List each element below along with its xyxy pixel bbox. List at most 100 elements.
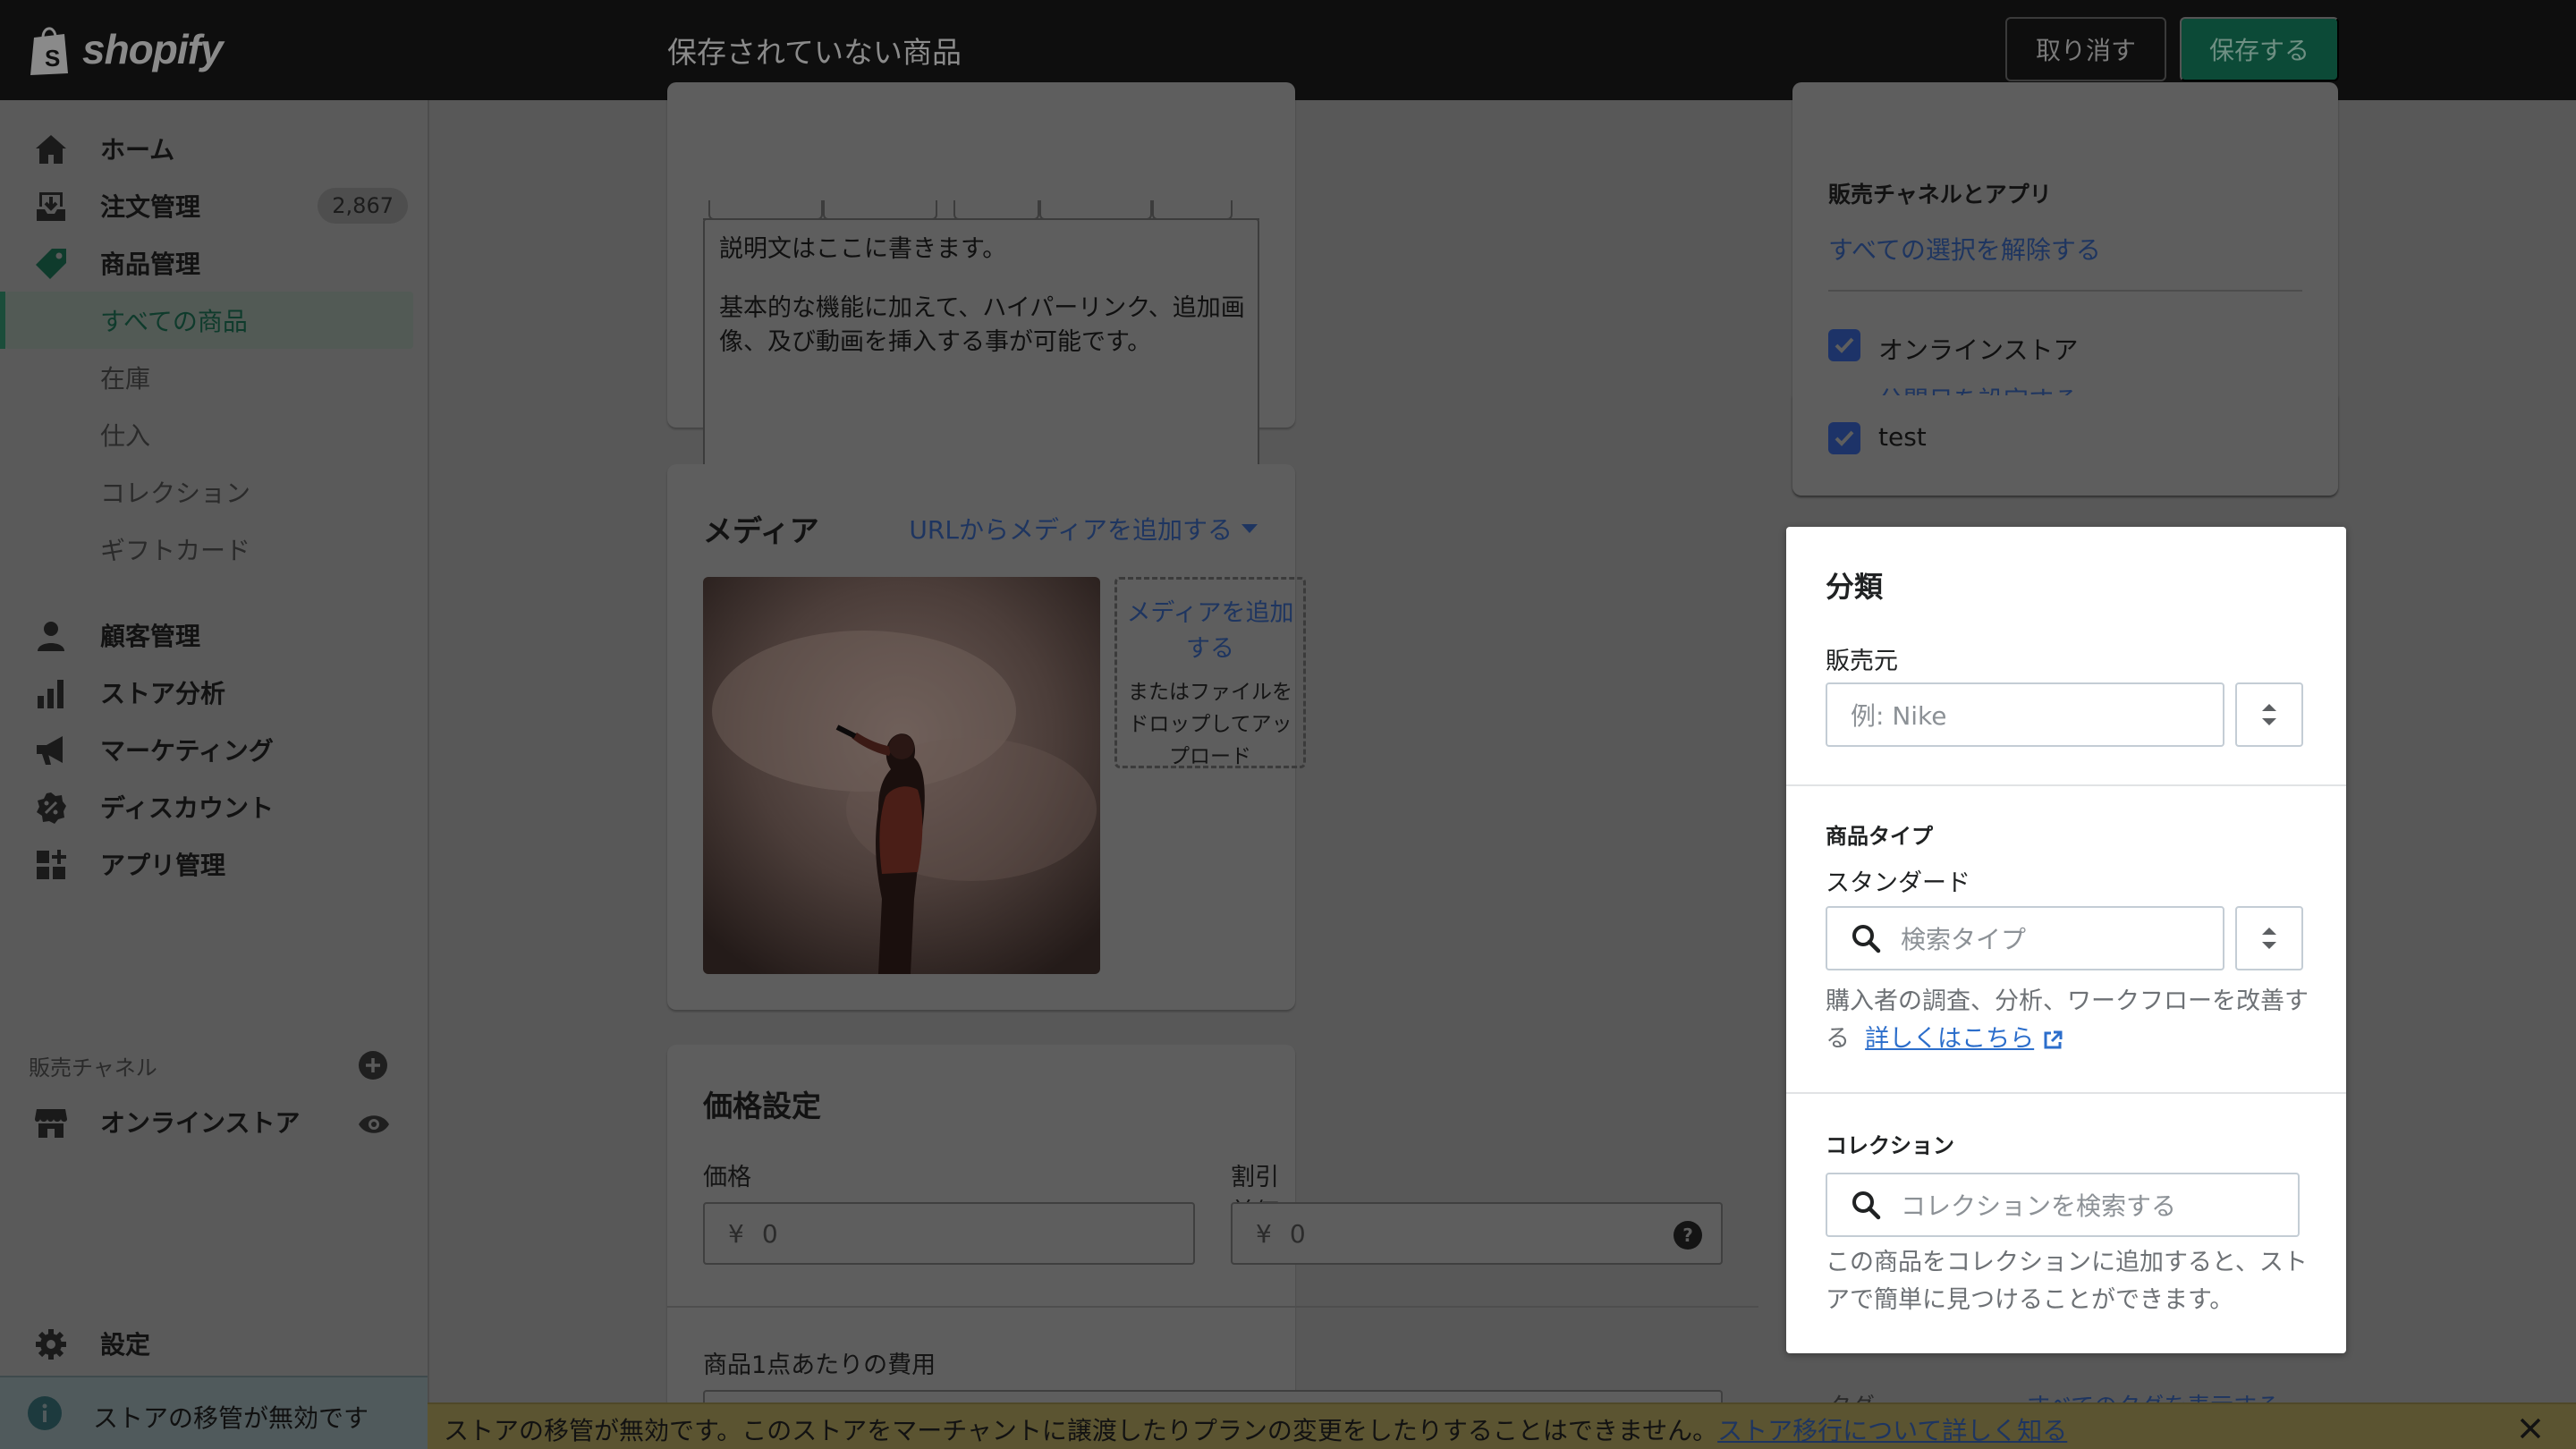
check-icon bbox=[1835, 430, 1854, 446]
organization-divider bbox=[1786, 784, 2346, 786]
sidebar-item-label: オンラインストア bbox=[100, 1108, 301, 1138]
sidebar-item-analytics[interactable]: ストア分析 bbox=[0, 664, 429, 721]
pricing-divider bbox=[667, 1306, 1758, 1308]
add-media-from-url-link[interactable]: URLからメディアを追加する bbox=[909, 511, 1258, 547]
media-card: メディア URLからメディアを追加する メディアを追加する またはファイルをドロ… bbox=[667, 464, 1306, 1010]
collections-placeholder: コレクションを検索する bbox=[1901, 1191, 2177, 1221]
sidebar-subitem-all-products[interactable]: すべての商品 bbox=[5, 292, 413, 349]
product-type-select-stepper[interactable] bbox=[2235, 906, 2303, 970]
online-store-checkbox[interactable] bbox=[1828, 329, 1860, 361]
apps-icon bbox=[37, 850, 66, 879]
collections-search-input[interactable]: コレクションを検索する bbox=[1826, 1173, 2300, 1237]
vendor-label: 販売元 bbox=[1826, 648, 1898, 675]
price-label: 価格 bbox=[703, 1164, 751, 1191]
channels-divider bbox=[1828, 290, 2302, 292]
sidebar: ホーム 注文管理 2,867 商品管理 すべての商品 在庫 仕入 コレクション … bbox=[0, 100, 429, 1449]
test-channel-label: test bbox=[1878, 422, 1927, 452]
sidebar-item-label: ディスカウント bbox=[100, 793, 275, 823]
vendor-input[interactable]: 例: Nike bbox=[1826, 682, 2224, 747]
megaphone-icon bbox=[37, 736, 63, 765]
sidebar-item-discounts[interactable]: ディスカウント bbox=[0, 778, 429, 835]
question-circle-icon[interactable]: ? bbox=[1673, 1220, 1703, 1250]
product-type-search-input[interactable]: 検索タイプ bbox=[1826, 906, 2224, 970]
home-icon bbox=[36, 135, 66, 164]
compare-price-input[interactable]: ¥ 0 ? bbox=[1231, 1202, 1723, 1265]
toolbar-button[interactable] bbox=[708, 200, 823, 220]
description-line-2: 基本的な機能に加えて、ハイパーリンク、追加画像、及び動画を挿入する事が可能です。 bbox=[719, 294, 1245, 356]
banner-learn-more-link[interactable]: ストア移行について詳しく知る bbox=[1717, 1416, 2067, 1445]
toolbar-button[interactable] bbox=[823, 200, 937, 220]
toolbar-button[interactable] bbox=[1152, 200, 1233, 220]
sidebar-subitem-inventory[interactable]: 在庫 bbox=[0, 349, 429, 406]
sidebar-item-home[interactable]: ホーム bbox=[0, 120, 429, 177]
product-type-value: スタンダード bbox=[1826, 869, 1970, 897]
price-input[interactable]: ¥ 0 bbox=[703, 1202, 1195, 1265]
sidebar-item-label: 設定 bbox=[100, 1330, 151, 1360]
sidebar-subitem-label: ギフトカード bbox=[100, 536, 251, 565]
vendor-select-stepper[interactable] bbox=[2235, 682, 2303, 747]
add-media-link[interactable]: メディアを追加する bbox=[1117, 596, 1303, 667]
migration-disabled-notice[interactable]: ストアの移管が無効です bbox=[0, 1376, 428, 1449]
svg-text:?: ? bbox=[1682, 1224, 1693, 1246]
select-arrows-icon bbox=[2262, 704, 2276, 725]
sidebar-item-label: 商品管理 bbox=[100, 250, 201, 279]
organization-title: 分類 bbox=[1826, 570, 1884, 604]
sidebar-item-label: アプリ管理 bbox=[100, 851, 226, 880]
sidebar-item-orders[interactable]: 注文管理 2,867 bbox=[0, 177, 429, 234]
learn-more-link[interactable]: 詳しくはこちら bbox=[1865, 1025, 2034, 1053]
sidebar-item-products[interactable]: 商品管理 bbox=[0, 234, 429, 292]
product-organization-card: 分類 販売元 例: Nike 商品タイプ スタンダード 検索タイプ 購入者の調査… bbox=[1786, 527, 2346, 1353]
sidebar-subitem-label: 在庫 bbox=[100, 364, 151, 394]
sidebar-subitem-gift-cards[interactable]: ギフトカード bbox=[0, 521, 429, 578]
vendor-placeholder: 例: Nike bbox=[1851, 701, 1947, 731]
select-arrows-icon bbox=[2262, 928, 2276, 949]
orders-count-badge: 2,867 bbox=[318, 188, 408, 224]
sidebar-item-marketing[interactable]: マーケティング bbox=[0, 721, 429, 778]
description-line-1: 説明文はここに書きます。 bbox=[719, 235, 1007, 263]
description-card: 説明文はここに書きます。 基本的な機能に加えて、ハイパーリンク、追加画像、及び動… bbox=[667, 82, 1295, 488]
sidebar-subitem-label: すべての商品 bbox=[100, 307, 248, 336]
sidebar-subitem-collections[interactable]: コレクション bbox=[0, 463, 429, 521]
add-media-from-url-label: URLからメディアを追加する bbox=[909, 515, 1233, 545]
external-link-icon bbox=[2044, 1030, 2063, 1048]
product-type-help: 購入者の調査、分析、ワークフローを改善する 詳しくはこちら bbox=[1826, 983, 2309, 1058]
caret-down-icon bbox=[1241, 524, 1258, 533]
shopify-logo[interactable]: S shopify bbox=[27, 20, 224, 79]
sidebar-item-settings[interactable]: 設定 bbox=[0, 1315, 429, 1372]
save-button[interactable]: 保存する bbox=[2180, 17, 2339, 81]
close-icon[interactable] bbox=[2517, 1415, 2544, 1442]
editor-toolbar bbox=[703, 200, 1259, 220]
product-type-placeholder: 検索タイプ bbox=[1901, 925, 2027, 954]
cost-per-item-label: 商品1点あたりの費用 bbox=[703, 1352, 936, 1379]
sidebar-item-customers[interactable]: 顧客管理 bbox=[0, 606, 429, 664]
toolbar-button[interactable] bbox=[1039, 200, 1152, 220]
sidebar-subitem-purchase[interactable]: 仕入 bbox=[0, 406, 429, 463]
dropzone-hint: またはファイルをドロップしてアップロード bbox=[1128, 681, 1292, 768]
add-circle-icon[interactable] bbox=[358, 1050, 388, 1080]
eye-icon[interactable] bbox=[358, 1111, 390, 1138]
search-icon bbox=[1852, 925, 1881, 953]
shopify-bag-icon: S bbox=[30, 27, 68, 75]
banner-text: ストアの移管が無効です。このストアをマーチャントに譲渡したりプランの変更をしたり… bbox=[444, 1416, 1718, 1445]
currency-prefix: ¥ bbox=[1256, 1218, 1272, 1249]
product-type-label: 商品タイプ bbox=[1826, 824, 1933, 849]
store-icon bbox=[35, 1109, 67, 1138]
deselect-all-link[interactable]: すべての選択を解除する bbox=[1828, 231, 2101, 267]
shopify-wordmark: shopify bbox=[82, 26, 224, 72]
discard-button[interactable]: 取り消す bbox=[2005, 17, 2166, 81]
toolbar-button[interactable] bbox=[953, 200, 1039, 220]
test-channel-checkbox[interactable] bbox=[1828, 422, 1860, 454]
sidebar-item-label: 顧客管理 bbox=[100, 622, 201, 651]
sidebar-item-apps[interactable]: アプリ管理 bbox=[0, 835, 429, 893]
sidebar-subitem-label: コレクション bbox=[100, 479, 251, 508]
singer-photo bbox=[703, 577, 1100, 974]
collections-help: この商品をコレクションに追加すると、ストアで簡単に見つけることができます。 bbox=[1826, 1249, 2308, 1314]
online-store-channel-label: オンラインストア bbox=[1878, 335, 2079, 365]
product-image-thumbnail[interactable] bbox=[703, 577, 1100, 974]
pricing-card: 価格設定 価格 ¥ 0 割引前価格 ¥ 0 ? 商品1点あたりの費用 bbox=[667, 1045, 1758, 1449]
pricing-title: 価格設定 bbox=[703, 1089, 821, 1123]
price-value: 0 bbox=[761, 1218, 778, 1249]
person-icon bbox=[38, 622, 64, 651]
media-dropzone[interactable]: メディアを追加する またはファイルをドロップしてアップロード bbox=[1114, 577, 1306, 768]
sales-channels-card-lower: test bbox=[1792, 395, 2338, 496]
